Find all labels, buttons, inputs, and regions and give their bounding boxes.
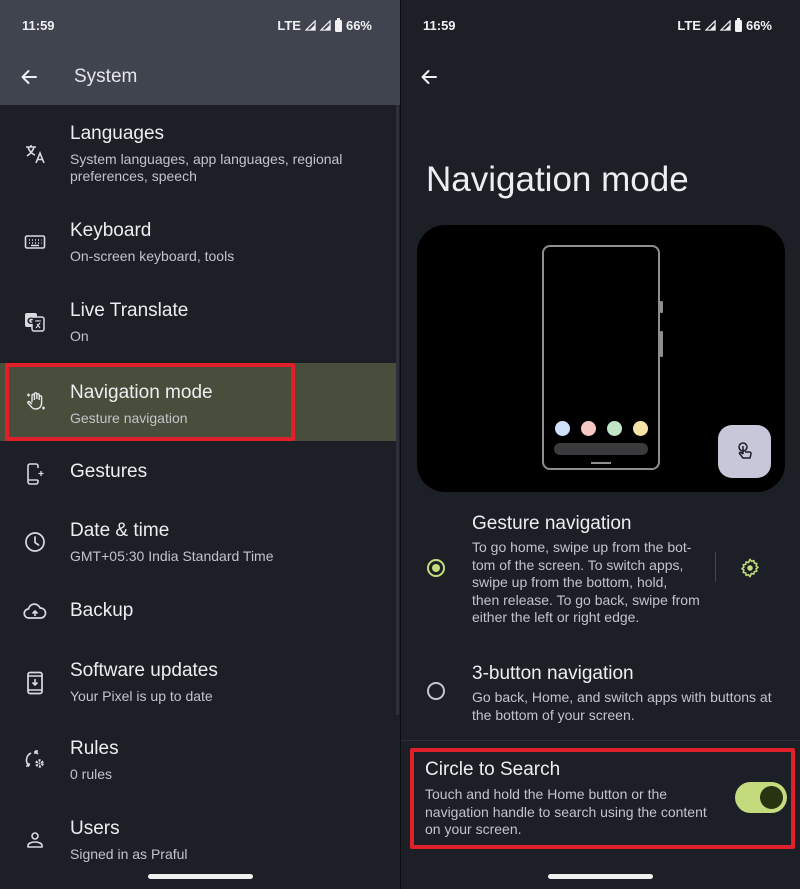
- page-title: System: [74, 66, 138, 87]
- phone-search-bar: [554, 443, 648, 455]
- settings-item-software-updates[interactable]: Software updates Your Pixel is up to dat…: [0, 655, 396, 715]
- option-description-line2: tom of the screen. To switch apps,: [472, 556, 684, 573]
- status-time: 11:59: [423, 18, 456, 33]
- item-subtitle: On-screen keyboard, tools: [70, 248, 235, 264]
- settings-item-users[interactable]: Users Signed in as Praful: [0, 813, 396, 873]
- system-settings-screen: 11:59 LTE 66% System Languages System la…: [0, 0, 400, 889]
- battery-percent: 66%: [345, 18, 372, 33]
- back-button[interactable]: [416, 64, 442, 90]
- item-title: Gestures: [70, 461, 148, 482]
- item-title: Backup: [70, 600, 134, 621]
- radio-3-button-navigation[interactable]: [427, 682, 445, 700]
- radio-gesture-navigation[interactable]: [427, 559, 445, 577]
- phone-volume-button: [660, 331, 663, 357]
- settings-item-date-time[interactable]: Date & time GMT+05:30 India Standard Tim…: [0, 515, 396, 575]
- battery-icon: [734, 17, 742, 32]
- battery-icon: [334, 17, 342, 32]
- option-description: Go back, Home, and switch apps with butt…: [472, 689, 772, 705]
- item-subtitle: System languages, app languages, regiona…: [70, 151, 343, 167]
- arrow-back-icon: [21, 70, 37, 84]
- item-subtitle-line2: preferences, speech: [70, 168, 197, 184]
- svg-text:G: G: [27, 317, 34, 327]
- status-bar: 11:59 LTE 66%: [0, 0, 400, 50]
- signal-icon: [704, 20, 716, 31]
- navigation-preview-animation: [417, 225, 785, 492]
- page-title: Navigation mode: [426, 160, 689, 199]
- battery-percent: 66%: [745, 18, 772, 33]
- item-subtitle: Your Pixel is up to date: [70, 688, 213, 704]
- item-subtitle: Signed in as Praful: [70, 846, 188, 862]
- settings-item-keyboard[interactable]: Keyboard On-screen keyboard, tools: [0, 210, 396, 270]
- home-indicator[interactable]: [548, 874, 653, 879]
- app-dot-green: [607, 421, 622, 436]
- signal-icon-2: [319, 20, 331, 31]
- item-title: Languages: [70, 123, 165, 144]
- phone-side-button: [660, 301, 663, 313]
- app-dot-blue: [555, 421, 570, 436]
- settings-item-backup[interactable]: Backup: [0, 590, 396, 640]
- settings-item-gestures[interactable]: Gestures: [0, 450, 396, 500]
- option-3-button-navigation[interactable]: 3-button navigation Go back, Home, and s…: [401, 660, 800, 730]
- section-divider: [401, 740, 800, 741]
- signal-icon-2: [719, 20, 731, 31]
- option-title: 3-button navigation: [472, 663, 634, 684]
- arrow-back-icon: [421, 70, 437, 84]
- translate-icon: [23, 142, 47, 166]
- settings-item-languages[interactable]: Languages System languages, app language…: [0, 105, 396, 185]
- item-subtitle: GMT+05:30 India Standard Time: [70, 548, 274, 564]
- item-title: Live Translate: [70, 300, 189, 321]
- keyboard-icon: [23, 230, 47, 254]
- item-title: Date & time: [70, 520, 170, 541]
- touch-demo-button[interactable]: [718, 425, 771, 478]
- item-title: Software updates: [70, 660, 218, 681]
- item-title: Rules: [70, 738, 119, 759]
- person-icon: [23, 828, 47, 852]
- clock-icon: [23, 530, 47, 554]
- gesture-settings-button[interactable]: [738, 556, 762, 580]
- network-type: LTE: [277, 18, 301, 33]
- network-type: LTE: [677, 18, 701, 33]
- gestures-phone-icon: [23, 462, 47, 486]
- status-time: 11:59: [22, 18, 55, 33]
- settings-item-rules[interactable]: Rules 0 rules: [0, 733, 396, 793]
- status-bar: 11:59 LTE 66%: [401, 0, 800, 50]
- item-title: Keyboard: [70, 220, 152, 241]
- phone-illustration: [542, 245, 663, 470]
- home-indicator[interactable]: [148, 874, 253, 879]
- navigation-mode-screen: 11:59 LTE 66% Navigation mode Gesture na…: [401, 0, 800, 889]
- scrollbar[interactable]: [396, 105, 399, 715]
- item-subtitle: 0 rules: [70, 766, 113, 782]
- app-dot-pink: [581, 421, 596, 436]
- settings-item-live-translate[interactable]: G Live Translate On: [0, 290, 396, 350]
- rules-icon: [23, 748, 47, 772]
- phone-nav-handle: [591, 462, 611, 464]
- highlight-box-navigation-mode: [5, 363, 295, 441]
- system-update-icon: [23, 671, 47, 695]
- option-description-line2: the bottom of your screen.: [472, 706, 635, 723]
- option-title: Gesture navigation: [472, 513, 632, 534]
- option-description-line5: either the left or right edge.: [472, 609, 640, 625]
- gear-icon: [741, 558, 759, 578]
- item-subtitle: On: [70, 328, 89, 344]
- back-button[interactable]: [16, 64, 42, 90]
- item-title: Users: [70, 818, 120, 839]
- app-dot-yellow: [633, 421, 648, 436]
- touch-hand-icon: [737, 441, 752, 459]
- signal-icon: [304, 20, 316, 31]
- cloud-upload-icon: [23, 600, 47, 624]
- option-description-line4: then release. To go back, swipe from: [472, 591, 700, 608]
- option-description: To go home, swipe up from the bot-: [472, 539, 692, 555]
- highlight-box-circle-to-search: [410, 748, 795, 849]
- option-divider: [715, 552, 716, 582]
- live-translate-icon: G: [23, 310, 47, 334]
- option-description-line3: swipe up from the bottom, hold,: [472, 574, 668, 590]
